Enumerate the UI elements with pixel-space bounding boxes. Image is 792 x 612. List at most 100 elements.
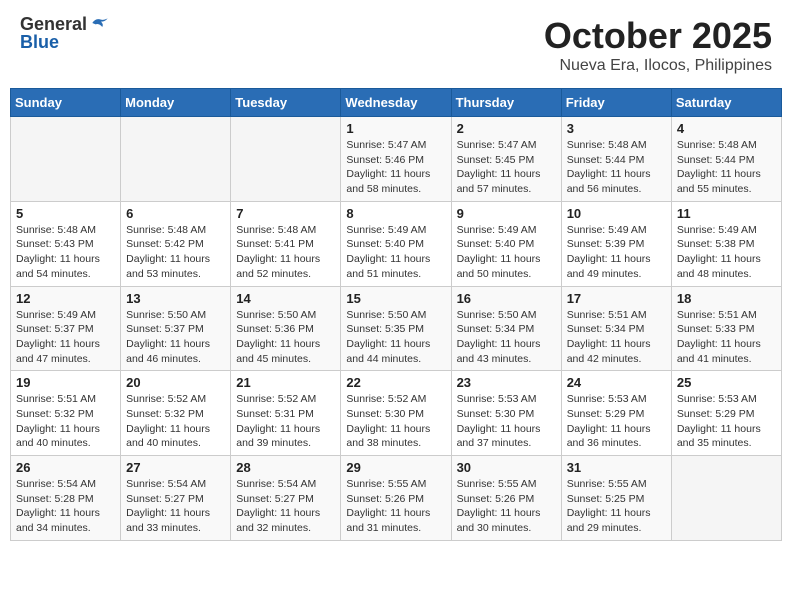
- calendar-week-1: 1 Sunrise: 5:47 AMSunset: 5:46 PMDaylight…: [11, 117, 782, 202]
- calendar-cell: 28 Sunrise: 5:54 AMSunset: 5:27 PMDayligh…: [231, 456, 341, 541]
- day-number: 27: [126, 460, 225, 475]
- calendar-cell: 30 Sunrise: 5:55 AMSunset: 5:26 PMDayligh…: [451, 456, 561, 541]
- calendar-cell: 12Sunrise: 5:49 AMSunset: 5:37 PMDayligh…: [11, 286, 121, 371]
- day-info: Sunrise: 5:50 AMSunset: 5:34 PMDaylight:…: [457, 308, 556, 367]
- day-info: Sunrise: 5:52 AMSunset: 5:32 PMDaylight:…: [126, 392, 225, 451]
- day-info: Sunrise: 5:51 AMSunset: 5:34 PMDaylight:…: [567, 308, 666, 367]
- day-info: Sunrise: 5:54 AMSunset: 5:27 PMDaylight:…: [236, 477, 335, 536]
- day-number: 5: [16, 206, 115, 221]
- day-info: Sunrise: 5:48 AMSunset: 5:44 PMDaylight:…: [677, 138, 776, 197]
- calendar-cell: [11, 117, 121, 202]
- calendar-cell: 5 Sunrise: 5:48 AMSunset: 5:43 PMDaylight…: [11, 201, 121, 286]
- header-thursday: Thursday: [451, 89, 561, 117]
- day-info: Sunrise: 5:49 AMSunset: 5:38 PMDaylight:…: [677, 223, 776, 282]
- header-monday: Monday: [121, 89, 231, 117]
- day-number: 20: [126, 375, 225, 390]
- calendar-cell: 27 Sunrise: 5:54 AMSunset: 5:27 PMDayligh…: [121, 456, 231, 541]
- day-info: Sunrise: 5:48 AMSunset: 5:41 PMDaylight:…: [236, 223, 335, 282]
- day-number: 19: [16, 375, 115, 390]
- location-title: Nueva Era, Ilocos, Philippines: [544, 57, 772, 75]
- calendar-week-4: 19 Sunrise: 5:51 AMSunset: 5:32 PMDayligh…: [11, 371, 782, 456]
- day-info: Sunrise: 5:54 AMSunset: 5:27 PMDaylight:…: [126, 477, 225, 536]
- calendar-cell: 13Sunrise: 5:50 AMSunset: 5:37 PMDayligh…: [121, 286, 231, 371]
- day-info: Sunrise: 5:48 AMSunset: 5:42 PMDaylight:…: [126, 223, 225, 282]
- page-header: General Blue October 2025 Nueva Era, Ilo…: [10, 10, 782, 80]
- calendar-cell: 17 Sunrise: 5:51 AMSunset: 5:34 PMDayligh…: [561, 286, 671, 371]
- day-info: Sunrise: 5:51 AMSunset: 5:32 PMDaylight:…: [16, 392, 115, 451]
- day-info: Sunrise: 5:53 AMSunset: 5:29 PMDaylight:…: [677, 392, 776, 451]
- day-info: Sunrise: 5:53 AMSunset: 5:30 PMDaylight:…: [457, 392, 556, 451]
- day-number: 2: [457, 121, 556, 136]
- calendar-cell: [671, 456, 781, 541]
- calendar-cell: 2 Sunrise: 5:47 AMSunset: 5:45 PMDaylight…: [451, 117, 561, 202]
- day-number: 21: [236, 375, 335, 390]
- day-number: 28: [236, 460, 335, 475]
- day-info: Sunrise: 5:50 AMSunset: 5:37 PMDaylight:…: [126, 308, 225, 367]
- title-block: October 2025 Nueva Era, Ilocos, Philippi…: [544, 15, 772, 75]
- calendar-cell: 15 Sunrise: 5:50 AMSunset: 5:35 PMDayligh…: [341, 286, 451, 371]
- calendar-cell: 29 Sunrise: 5:55 AMSunset: 5:26 PMDayligh…: [341, 456, 451, 541]
- day-info: Sunrise: 5:49 AMSunset: 5:39 PMDaylight:…: [567, 223, 666, 282]
- day-number: 11: [677, 206, 776, 221]
- logo: General Blue: [20, 15, 109, 53]
- calendar-cell: 25Sunrise: 5:53 AMSunset: 5:29 PMDayligh…: [671, 371, 781, 456]
- header-tuesday: Tuesday: [231, 89, 341, 117]
- day-info: Sunrise: 5:49 AMSunset: 5:40 PMDaylight:…: [346, 223, 445, 282]
- calendar-cell: 18 Sunrise: 5:51 AMSunset: 5:33 PMDayligh…: [671, 286, 781, 371]
- day-info: Sunrise: 5:52 AMSunset: 5:31 PMDaylight:…: [236, 392, 335, 451]
- calendar-cell: 7 Sunrise: 5:48 AMSunset: 5:41 PMDaylight…: [231, 201, 341, 286]
- calendar-cell: 26Sunrise: 5:54 AMSunset: 5:28 PMDayligh…: [11, 456, 121, 541]
- calendar-cell: 11 Sunrise: 5:49 AMSunset: 5:38 PMDayligh…: [671, 201, 781, 286]
- day-info: Sunrise: 5:49 AMSunset: 5:40 PMDaylight:…: [457, 223, 556, 282]
- calendar-cell: 23 Sunrise: 5:53 AMSunset: 5:30 PMDayligh…: [451, 371, 561, 456]
- calendar-week-5: 26Sunrise: 5:54 AMSunset: 5:28 PMDayligh…: [11, 456, 782, 541]
- day-number: 7: [236, 206, 335, 221]
- day-number: 23: [457, 375, 556, 390]
- day-number: 14: [236, 291, 335, 306]
- calendar-cell: 6 Sunrise: 5:48 AMSunset: 5:42 PMDaylight…: [121, 201, 231, 286]
- day-info: Sunrise: 5:52 AMSunset: 5:30 PMDaylight:…: [346, 392, 445, 451]
- day-number: 6: [126, 206, 225, 221]
- day-info: Sunrise: 5:53 AMSunset: 5:29 PMDaylight:…: [567, 392, 666, 451]
- day-number: 16: [457, 291, 556, 306]
- day-info: Sunrise: 5:49 AMSunset: 5:37 PMDaylight:…: [16, 308, 115, 367]
- calendar-cell: [121, 117, 231, 202]
- day-number: 17: [567, 291, 666, 306]
- calendar-cell: [231, 117, 341, 202]
- day-info: Sunrise: 5:48 AMSunset: 5:44 PMDaylight:…: [567, 138, 666, 197]
- logo-bird-icon: [89, 13, 109, 33]
- calendar-cell: 20 Sunrise: 5:52 AMSunset: 5:32 PMDayligh…: [121, 371, 231, 456]
- day-number: 4: [677, 121, 776, 136]
- day-number: 30: [457, 460, 556, 475]
- day-info: Sunrise: 5:51 AMSunset: 5:33 PMDaylight:…: [677, 308, 776, 367]
- month-title: October 2025: [544, 15, 772, 57]
- day-number: 18: [677, 291, 776, 306]
- calendar-table: SundayMondayTuesdayWednesdayThursdayFrid…: [10, 88, 782, 541]
- day-info: Sunrise: 5:54 AMSunset: 5:28 PMDaylight:…: [16, 477, 115, 536]
- calendar-cell: 14 Sunrise: 5:50 AMSunset: 5:36 PMDayligh…: [231, 286, 341, 371]
- calendar-cell: 1 Sunrise: 5:47 AMSunset: 5:46 PMDaylight…: [341, 117, 451, 202]
- calendar-cell: 10Sunrise: 5:49 AMSunset: 5:39 PMDayligh…: [561, 201, 671, 286]
- day-number: 31: [567, 460, 666, 475]
- day-number: 1: [346, 121, 445, 136]
- calendar-week-2: 5 Sunrise: 5:48 AMSunset: 5:43 PMDaylight…: [11, 201, 782, 286]
- day-info: Sunrise: 5:55 AMSunset: 5:25 PMDaylight:…: [567, 477, 666, 536]
- day-info: Sunrise: 5:47 AMSunset: 5:46 PMDaylight:…: [346, 138, 445, 197]
- day-number: 3: [567, 121, 666, 136]
- calendar-cell: 19 Sunrise: 5:51 AMSunset: 5:32 PMDayligh…: [11, 371, 121, 456]
- logo-text-blue: Blue: [20, 33, 59, 53]
- calendar-cell: 16 Sunrise: 5:50 AMSunset: 5:34 PMDayligh…: [451, 286, 561, 371]
- calendar-cell: 21 Sunrise: 5:52 AMSunset: 5:31 PMDayligh…: [231, 371, 341, 456]
- day-number: 15: [346, 291, 445, 306]
- day-info: Sunrise: 5:55 AMSunset: 5:26 PMDaylight:…: [457, 477, 556, 536]
- day-info: Sunrise: 5:55 AMSunset: 5:26 PMDaylight:…: [346, 477, 445, 536]
- calendar-cell: 31 Sunrise: 5:55 AMSunset: 5:25 PMDayligh…: [561, 456, 671, 541]
- calendar-week-3: 12Sunrise: 5:49 AMSunset: 5:37 PMDayligh…: [11, 286, 782, 371]
- day-info: Sunrise: 5:48 AMSunset: 5:43 PMDaylight:…: [16, 223, 115, 282]
- day-info: Sunrise: 5:47 AMSunset: 5:45 PMDaylight:…: [457, 138, 556, 197]
- day-info: Sunrise: 5:50 AMSunset: 5:36 PMDaylight:…: [236, 308, 335, 367]
- day-number: 29: [346, 460, 445, 475]
- calendar-cell: 8Sunrise: 5:49 AMSunset: 5:40 PMDaylight…: [341, 201, 451, 286]
- header-wednesday: Wednesday: [341, 89, 451, 117]
- day-info: Sunrise: 5:50 AMSunset: 5:35 PMDaylight:…: [346, 308, 445, 367]
